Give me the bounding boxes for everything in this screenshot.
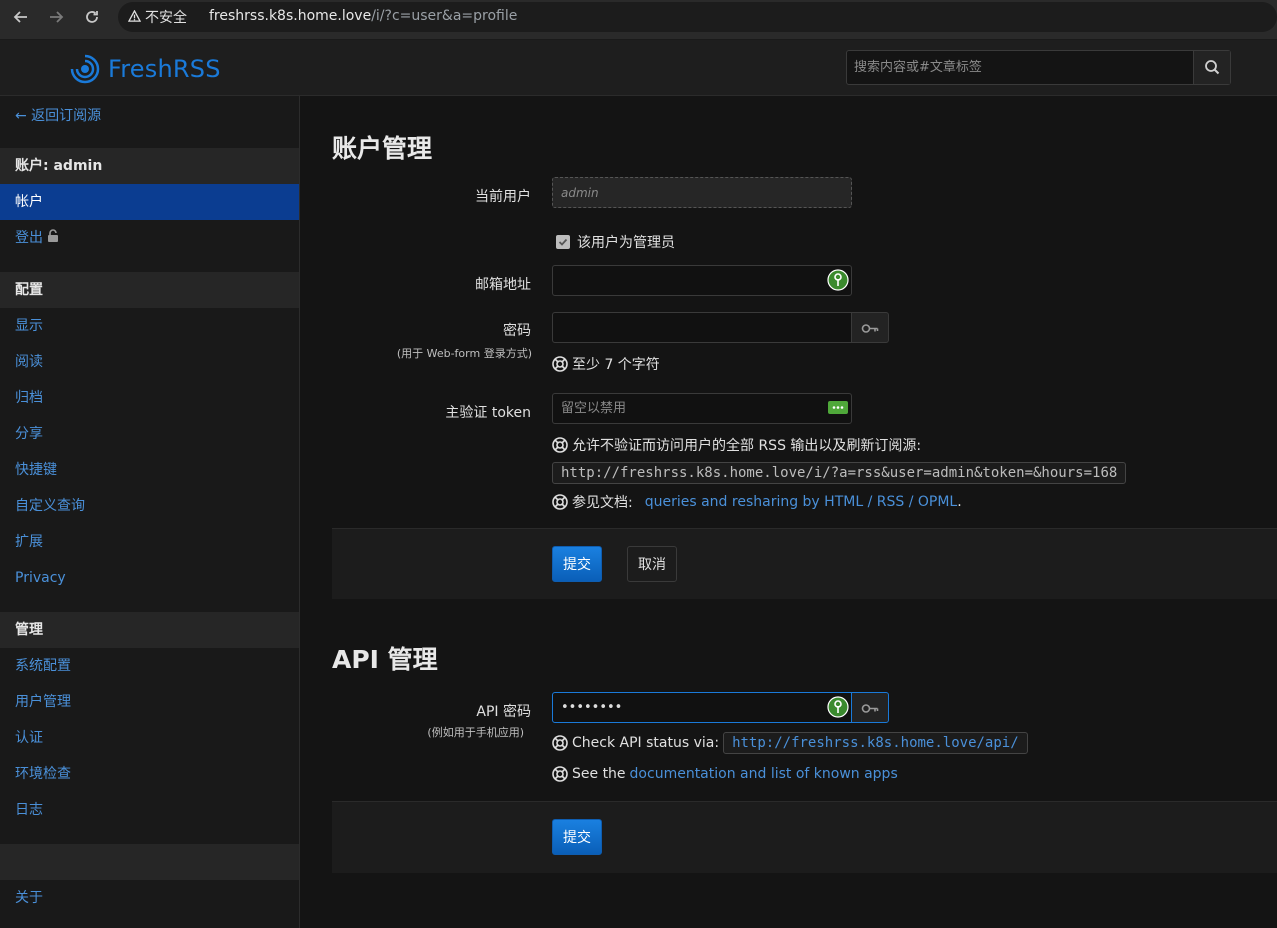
sidebar-item-archiving[interactable]: 归档 xyxy=(15,380,43,416)
search-icon xyxy=(1205,60,1220,75)
app-header: FreshRSS xyxy=(0,40,1277,96)
sidebar-item-logs[interactable]: 日志 xyxy=(15,792,43,828)
docs-row: 参见文档: queries and resharing by HTML / RS… xyxy=(552,492,962,512)
api-title: API 管理 xyxy=(332,645,438,674)
show-api-password-button[interactable] xyxy=(851,692,889,723)
key-icon xyxy=(861,324,879,333)
main-content: 账户管理 当前用户 该用户为管理员 邮箱地址 密码 (用于 Web-form 登… xyxy=(300,96,1277,928)
password-manager-icon[interactable] xyxy=(827,696,849,718)
freshrss-logo-icon xyxy=(70,54,100,84)
email-label: 邮箱地址 xyxy=(475,277,531,293)
token-url-row: http://freshrss.k8s.home.love/i/?a=rss&u… xyxy=(552,462,1127,484)
account-submit-button[interactable]: 提交 xyxy=(552,546,602,582)
app-name: FreshRSS xyxy=(108,55,221,83)
url-text: freshrss.k8s.home.love/i/?c=user&a=profi… xyxy=(209,8,517,24)
sidebar-item-privacy[interactable]: Privacy xyxy=(15,560,66,596)
token-help: 允许不验证而访问用户的全部 RSS 输出以及刷新订阅源: xyxy=(552,435,921,455)
api-status-row: Check API status via: http://freshrss.k8… xyxy=(552,732,1028,754)
sidebar-item-about[interactable]: 关于 xyxy=(15,880,43,916)
is-admin-label: 该用户为管理员 xyxy=(577,235,675,251)
lock-icon xyxy=(48,229,58,242)
sidebar-section-config: 配置 xyxy=(0,272,299,308)
browser-toolbar: 不安全 freshrss.k8s.home.love/i/?c=user&a=p… xyxy=(0,0,1277,40)
api-status-url[interactable]: http://freshrss.k8s.home.love/api/ xyxy=(723,732,1028,754)
password-hint: 至少 7 个字符 xyxy=(552,354,660,374)
sidebar: ← 返回订阅源 账户: admin 帐户 登出 配置 显示 阅读 归档 分享 快… xyxy=(0,96,300,928)
search-button[interactable] xyxy=(1193,51,1230,84)
checkmark-icon xyxy=(558,238,568,246)
api-password-label: API 密码 xyxy=(476,704,531,720)
docs-suffix: . xyxy=(957,494,962,510)
sidebar-section-admin: 管理 xyxy=(0,612,299,648)
current-user-label: 当前用户 xyxy=(475,189,531,205)
account-form-footer: 提交 取消 xyxy=(332,528,1277,599)
url-host: freshrss.k8s.home.love xyxy=(209,8,372,24)
current-user-field xyxy=(552,177,852,208)
sidebar-item-system[interactable]: 系统配置 xyxy=(15,648,71,684)
search-box xyxy=(846,50,1231,85)
show-password-button[interactable] xyxy=(851,312,889,343)
back-arrow-icon[interactable] xyxy=(7,6,35,34)
key-icon xyxy=(861,704,879,713)
is-admin-checkbox[interactable] xyxy=(556,235,570,249)
sidebar-item-users[interactable]: 用户管理 xyxy=(15,684,71,720)
docs-prefix: 参见文档: xyxy=(572,495,633,511)
sidebar-item-logout[interactable]: 登出 xyxy=(15,220,59,256)
password-field[interactable] xyxy=(552,312,852,343)
autofill-icon[interactable] xyxy=(827,400,849,417)
token-help-text: 允许不验证而访问用户的全部 RSS 输出以及刷新订阅源: xyxy=(572,438,922,454)
account-cancel-button[interactable]: 取消 xyxy=(627,546,677,582)
sidebar-item-auth[interactable]: 认证 xyxy=(15,720,43,756)
sidebar-item-check[interactable]: 环境检查 xyxy=(15,756,71,792)
sidebar-item-label: 登出 xyxy=(15,230,43,246)
help-lifebuoy-icon xyxy=(552,356,568,372)
sidebar-item-display[interactable]: 显示 xyxy=(15,308,43,344)
password-sublabel: (用于 Web-form 登录方式) xyxy=(396,347,532,360)
sidebar-item-shortcuts[interactable]: 快捷键 xyxy=(15,452,57,488)
sidebar-item-extensions[interactable]: 扩展 xyxy=(15,524,43,560)
is-admin-checkbox-row: 该用户为管理员 xyxy=(556,232,675,252)
sidebar-item-sharing[interactable]: 分享 xyxy=(15,416,43,452)
app-logo[interactable]: FreshRSS xyxy=(68,52,221,86)
api-see-prefix: See the xyxy=(572,766,626,782)
api-status-prefix: Check API status via: xyxy=(572,735,720,751)
help-lifebuoy-icon xyxy=(552,494,568,510)
sidebar-item-reading[interactable]: 阅读 xyxy=(15,344,43,380)
address-bar[interactable]: 不安全 freshrss.k8s.home.love/i/?c=user&a=p… xyxy=(118,2,1277,32)
api-password-sublabel: (例如用于手机应用) xyxy=(427,726,524,739)
reload-icon[interactable] xyxy=(78,6,106,34)
back-to-feeds-link[interactable]: ← 返回订阅源 xyxy=(15,105,101,125)
api-password-field[interactable] xyxy=(552,692,852,723)
password-hint-text: 至少 7 个字符 xyxy=(572,357,660,373)
api-form-footer: 提交 xyxy=(332,801,1277,873)
token-rss-url[interactable]: http://freshrss.k8s.home.love/i/?a=rss&u… xyxy=(552,462,1127,484)
search-input[interactable] xyxy=(847,51,1194,84)
help-lifebuoy-icon xyxy=(552,735,568,751)
api-docs-row: See the documentation and list of known … xyxy=(552,766,898,782)
email-field[interactable] xyxy=(552,265,852,296)
sidebar-section-account: 账户: admin xyxy=(0,148,299,184)
forward-arrow-icon[interactable] xyxy=(42,6,70,34)
password-label: 密码 xyxy=(503,323,531,339)
security-indicator[interactable]: 不安全 xyxy=(128,7,187,27)
help-lifebuoy-icon xyxy=(552,437,568,453)
account-title: 账户管理 xyxy=(332,134,433,163)
sidebar-item-queries[interactable]: 自定义查询 xyxy=(15,488,85,524)
sidebar-item-account[interactable]: 帐户 xyxy=(0,184,299,220)
help-lifebuoy-icon xyxy=(552,766,568,782)
url-path: /i/?c=user&a=profile xyxy=(371,8,518,24)
api-docs-link[interactable]: documentation and list of known apps xyxy=(630,766,898,782)
docs-link[interactable]: queries and resharing by HTML / RSS / OP… xyxy=(645,494,957,510)
api-submit-button[interactable]: 提交 xyxy=(552,819,602,855)
token-label: 主验证 token xyxy=(445,405,531,421)
warning-icon xyxy=(128,10,141,22)
sidebar-section-blank xyxy=(0,844,299,880)
password-manager-icon[interactable] xyxy=(827,269,849,291)
security-label: 不安全 xyxy=(145,10,187,26)
token-field[interactable] xyxy=(552,393,852,424)
